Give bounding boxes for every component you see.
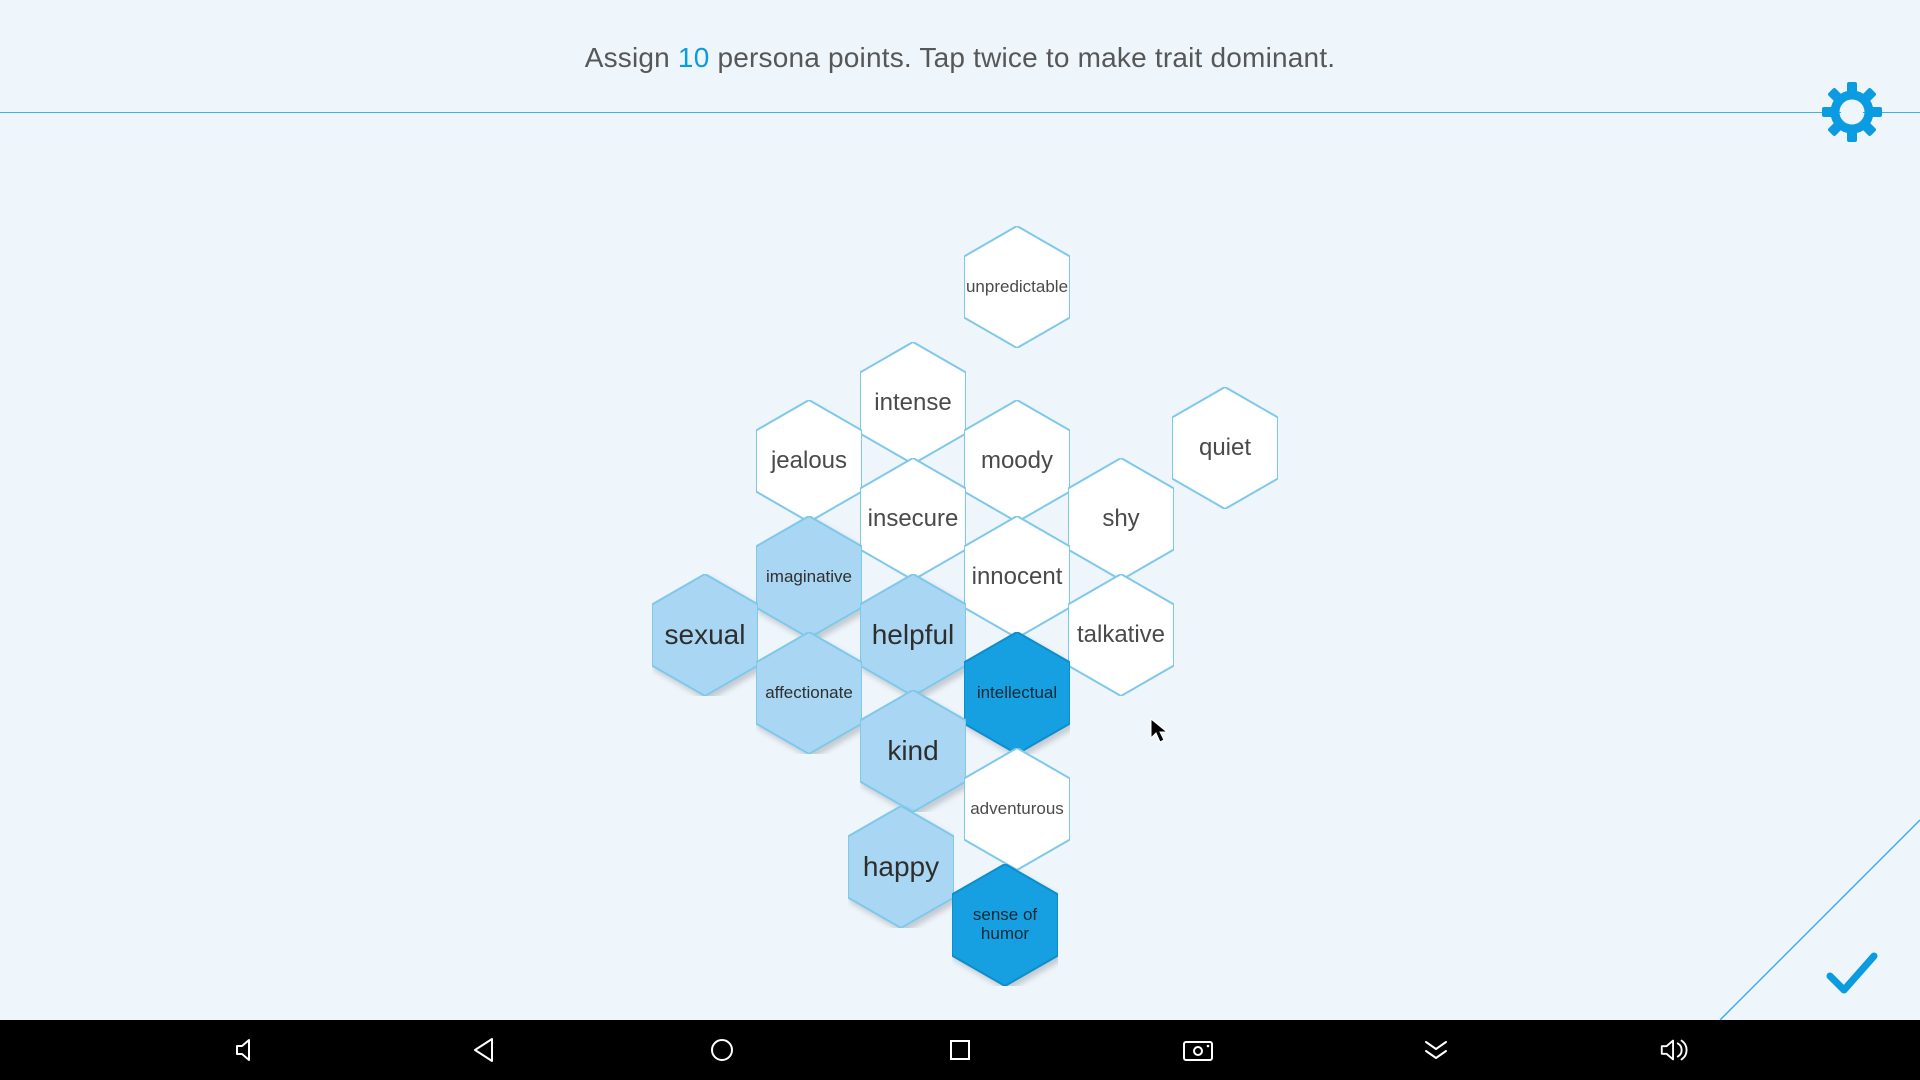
camera-icon — [1182, 1037, 1214, 1063]
trait-label: jealous — [756, 400, 862, 522]
nav-volume_down-button[interactable] — [230, 1034, 262, 1066]
triangle-left-icon — [470, 1036, 498, 1064]
trait-label: happy — [848, 806, 954, 928]
instruction-suffix: persona points. Tap twice to make trait … — [717, 42, 1335, 73]
trait-hex-jealous[interactable]: jealous — [756, 400, 862, 522]
trait-hex-sexual[interactable]: sexual — [652, 574, 758, 696]
trait-label: sense of humor — [952, 864, 1058, 986]
confirm-button[interactable] — [1824, 946, 1880, 1002]
square-icon — [947, 1037, 973, 1063]
trait-hex-happy[interactable]: happy — [848, 806, 954, 928]
trait-label: kind — [860, 690, 966, 812]
trait-label: quiet — [1172, 387, 1278, 509]
trait-label: intellectual — [964, 632, 1070, 754]
trait-hex-moody[interactable]: moody — [964, 400, 1070, 522]
nav-back-button[interactable] — [468, 1034, 500, 1066]
trait-hex-talkative[interactable]: talkative — [1068, 574, 1174, 696]
nav-volume_up-button[interactable] — [1658, 1034, 1690, 1066]
trait-hex-helpful[interactable]: helpful — [860, 574, 966, 696]
trait-label: imaginative — [756, 516, 862, 638]
chevrons-down-icon — [1421, 1037, 1451, 1063]
trait-hex-quiet[interactable]: quiet — [1172, 387, 1278, 509]
volume-high-icon — [1658, 1035, 1690, 1065]
trait-hex-insecure[interactable]: insecure — [860, 458, 966, 580]
trait-hex-affectionate[interactable]: affectionate — [756, 632, 862, 754]
trait-hex-intellectual[interactable]: intellectual — [964, 632, 1070, 754]
trait-label: affectionate — [756, 632, 862, 754]
trait-label: unpredictable — [964, 226, 1070, 348]
trait-label: sexual — [652, 574, 758, 696]
trait-hex-sense_of_humor[interactable]: sense of humor — [952, 864, 1058, 986]
instruction-prefix: Assign — [585, 42, 670, 73]
trait-label: shy — [1068, 458, 1174, 580]
trait-hex-shy[interactable]: shy — [1068, 458, 1174, 580]
nav-overview-button[interactable] — [944, 1034, 976, 1066]
trait-hex-adventurous[interactable]: adventurous — [964, 748, 1070, 870]
trait-hex-imaginative[interactable]: imaginative — [756, 516, 862, 638]
points-remaining: 10 — [678, 42, 710, 73]
trait-hex-intense[interactable]: intense — [860, 342, 966, 464]
trait-label: talkative — [1068, 574, 1174, 696]
nav-home-button[interactable] — [706, 1034, 738, 1066]
trait-label: intense — [860, 342, 966, 464]
trait-hex-kind[interactable]: kind — [860, 690, 966, 812]
volume-low-icon — [231, 1035, 261, 1065]
trait-label: helpful — [860, 574, 966, 696]
trait-label: insecure — [860, 458, 966, 580]
trait-label: moody — [964, 400, 1070, 522]
header-divider — [0, 112, 1920, 113]
gear-icon — [1820, 80, 1884, 144]
android-nav-bar — [0, 1020, 1920, 1080]
nav-drawer-button[interactable] — [1420, 1034, 1452, 1066]
instruction-text: Assign 10 persona points. Tap twice to m… — [0, 0, 1920, 100]
checkmark-icon — [1824, 946, 1880, 1002]
circle-icon — [708, 1036, 736, 1064]
trait-hex-unpredictable[interactable]: unpredictable — [964, 226, 1070, 348]
nav-screenshot-button[interactable] — [1182, 1034, 1214, 1066]
trait-label: innocent — [964, 516, 1070, 638]
trait-hex-innocent[interactable]: innocent — [964, 516, 1070, 638]
trait-hex-grid: unpredictableintensejealous moody quiet ins… — [0, 112, 1920, 1020]
trait-label: adventurous — [964, 748, 1070, 870]
settings-button[interactable] — [1820, 80, 1884, 144]
